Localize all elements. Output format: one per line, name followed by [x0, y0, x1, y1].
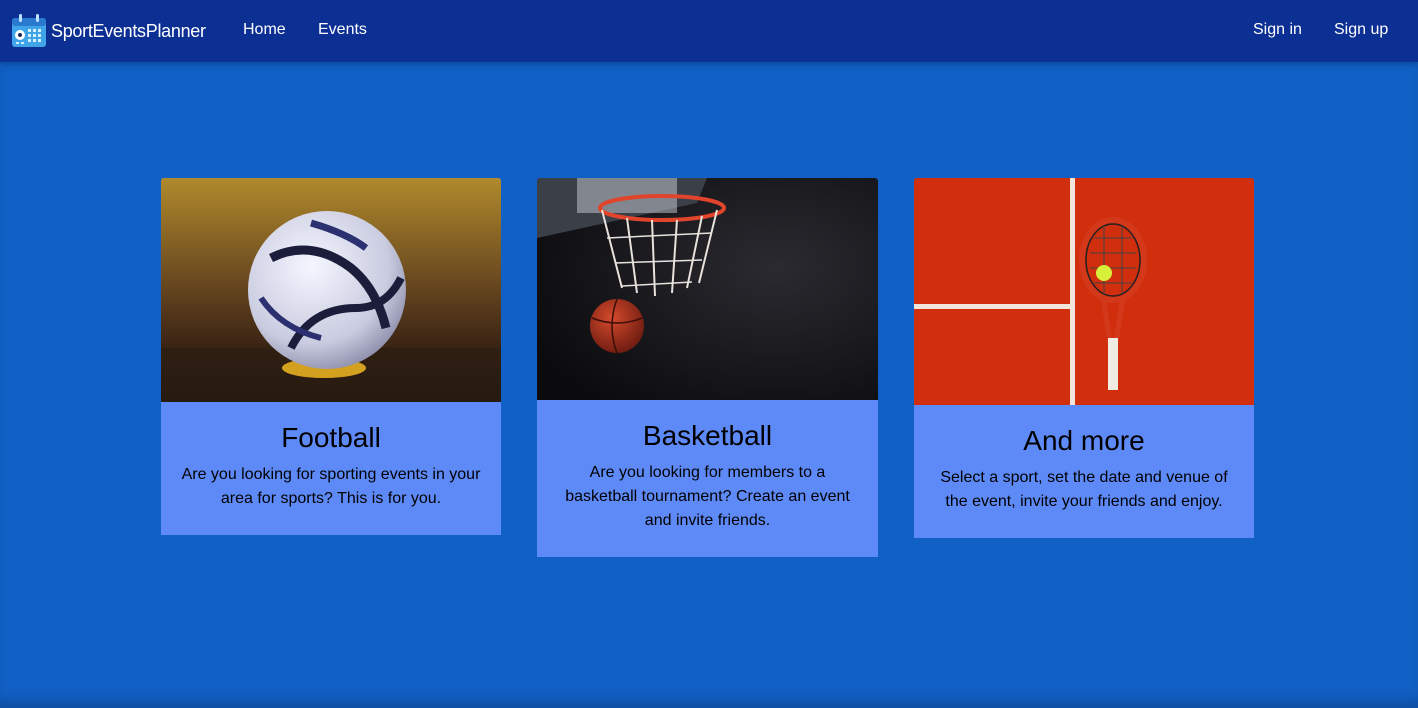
card-text: Are you looking for members to a basketb…: [565, 464, 850, 529]
card-basketball[interactable]: Basketball Are you looking for members t…: [537, 178, 878, 557]
card-football[interactable]: Football Are you looking for sporting ev…: [161, 178, 501, 535]
nav-events-link[interactable]: Events: [318, 20, 367, 40]
brand-name: SportEventsPlanner: [51, 20, 206, 41]
sign-in-link[interactable]: Sign in: [1253, 20, 1302, 40]
card-body: Basketball Are you looking for members t…: [537, 419, 878, 533]
card-text: Select a sport, set the date and venue o…: [940, 469, 1228, 510]
card-body: And more Select a sport, set the date an…: [914, 424, 1254, 514]
card-title: Football: [281, 422, 381, 453]
card-text: Are you looking for sporting events in y…: [181, 466, 481, 507]
card-body: Football Are you looking for sporting ev…: [161, 421, 501, 511]
calendar-icon: [12, 14, 46, 47]
top-navbar: SportEventsPlanner Home Events Sign in S…: [0, 0, 1418, 62]
sign-up-link[interactable]: Sign up: [1334, 20, 1388, 40]
card-title: And more: [1023, 425, 1145, 456]
brand-link[interactable]: SportEventsPlanner: [11, 14, 206, 48]
nav-home-link[interactable]: Home: [243, 20, 286, 40]
football-photo: [161, 178, 501, 402]
card-title: Basketball: [642, 420, 773, 451]
tennis-photo: [914, 178, 1254, 405]
basketball-photo: [537, 178, 878, 400]
card-and-more[interactable]: And more Select a sport, set the date an…: [914, 178, 1254, 538]
